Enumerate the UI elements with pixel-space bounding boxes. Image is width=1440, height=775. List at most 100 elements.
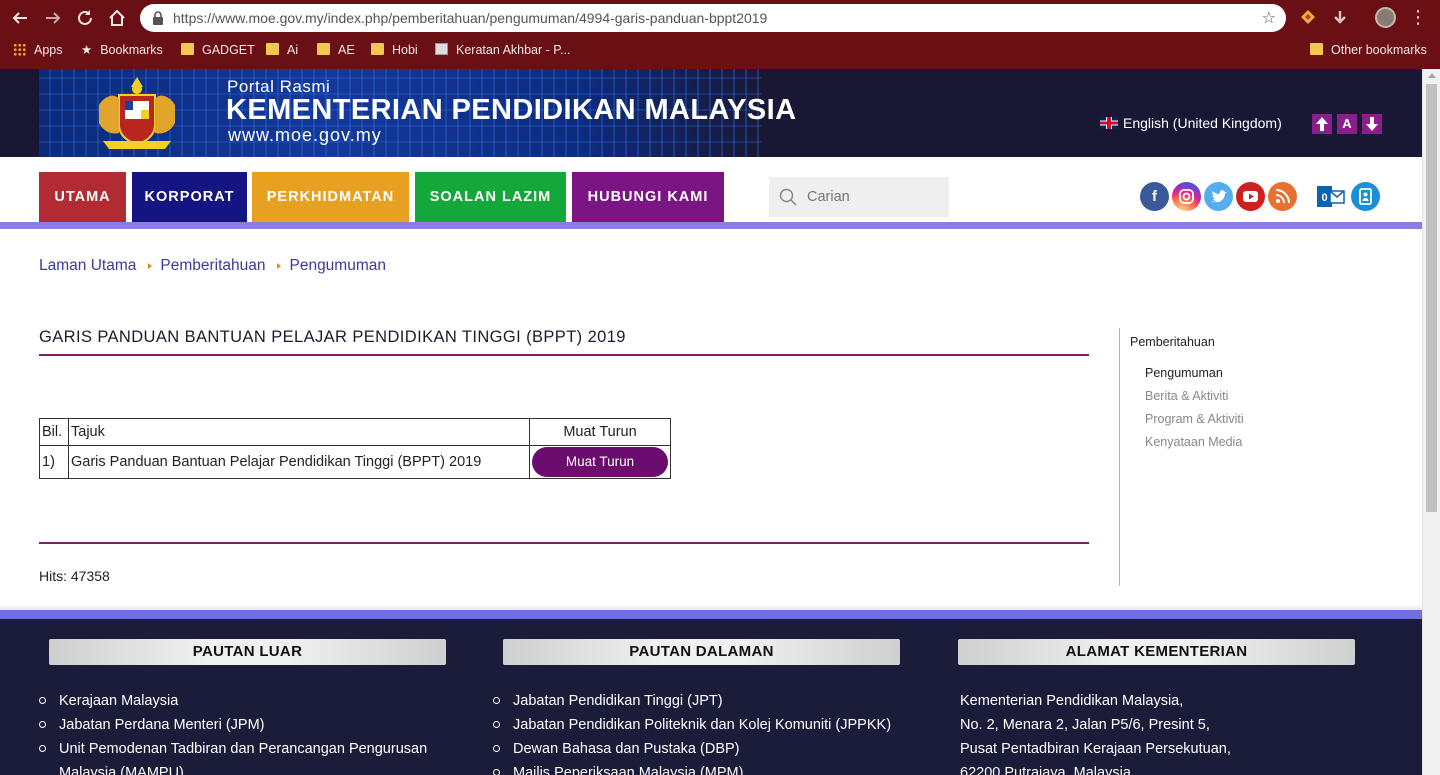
back-icon[interactable] xyxy=(8,6,32,30)
ministry-address: Kementerian Pendidikan Malaysia, No. 2, … xyxy=(960,689,1231,775)
content-divider xyxy=(39,542,1089,544)
bookmark-star-icon[interactable]: ☆ xyxy=(1262,9,1276,27)
download-button[interactable]: Muat Turun xyxy=(532,447,668,477)
address-bar[interactable]: https://www.moe.gov.my/index.php/pemberi… xyxy=(140,4,1286,32)
footer-link-jppkk[interactable]: Jabatan Pendidikan Politeknik dan Kolej … xyxy=(493,713,891,737)
footer-link-jpt[interactable]: Jabatan Pendidikan Tinggi (JPT) xyxy=(493,689,891,713)
scroll-thumb[interactable] xyxy=(1426,84,1437,512)
breadcrumb-arrow-icon xyxy=(148,263,153,269)
bookmark-ai[interactable]: Ai xyxy=(266,42,298,58)
header-bil: Bil. xyxy=(39,418,69,446)
footer-heading-pautan-dalaman: PAUTAN DALAMAN xyxy=(503,639,900,665)
footer-link-mpm[interactable]: Majlis Peperiksaan Malaysia (MPM) xyxy=(493,761,891,775)
breadcrumb-pemberitahuan[interactable]: Pemberitahuan xyxy=(160,257,265,274)
search-icon xyxy=(779,188,797,206)
font-reset-button[interactable]: A xyxy=(1337,114,1357,134)
site-header: Portal Rasmi KEMENTERIAN PENDIDIKAN MALA… xyxy=(0,69,1422,157)
footer-link-jpm[interactable]: Jabatan Perdana Menteri (JPM) xyxy=(39,713,427,737)
newspaper-icon xyxy=(435,43,448,55)
footer-top-border xyxy=(0,610,1422,619)
folder-icon xyxy=(371,43,384,55)
hits-counter: Hits: 47358 xyxy=(39,568,110,584)
breadcrumb: Laman Utama Pemberitahuan Pengumuman xyxy=(39,257,386,275)
address-line: No. 2, Menara 2, Jalan P5/6, Presint 5, xyxy=(960,717,1210,733)
header-tajuk: Tajuk xyxy=(68,418,530,446)
folder-icon xyxy=(317,43,330,55)
row-title: Garis Panduan Bantuan Pelajar Pendidikan… xyxy=(68,445,530,479)
breadcrumb-laman-utama[interactable]: Laman Utama xyxy=(39,257,136,274)
folder-icon xyxy=(181,43,194,55)
bookmark-other[interactable]: Other bookmarks xyxy=(1310,42,1427,58)
bookmark-keratan-akhbar[interactable]: Keratan Akhbar - P... xyxy=(435,42,570,58)
language-switcher[interactable]: English (United Kingdom) xyxy=(1100,115,1282,131)
footer-list-pautan-dalaman: Jabatan Pendidikan Tinggi (JPT) Jabatan … xyxy=(493,689,891,775)
header-banner: Portal Rasmi KEMENTERIAN PENDIDIKAN MALA… xyxy=(39,69,796,157)
sidebar-item-kenyataan-media[interactable]: Kenyataan Media xyxy=(1145,435,1242,449)
footer-link-mampu-cont[interactable]: Malaysia (MAMPU) xyxy=(39,761,427,775)
footer-list-pautan-luar: Kerajaan Malaysia Jabatan Perdana Menter… xyxy=(39,689,427,775)
folder-icon xyxy=(1310,43,1323,55)
download-icon[interactable] xyxy=(1330,8,1350,28)
instagram-icon[interactable] xyxy=(1172,182,1201,211)
sidebar-item-pengumuman[interactable]: Pengumuman xyxy=(1145,366,1223,380)
nav-item-utama[interactable]: UTAMA xyxy=(39,172,126,222)
profile-avatar[interactable] xyxy=(1375,7,1396,28)
font-increase-icon[interactable] xyxy=(1312,114,1332,134)
breadcrumb-arrow-icon xyxy=(277,263,282,269)
url-text: https://www.moe.gov.my/index.php/pemberi… xyxy=(173,10,768,26)
contact-icon[interactable] xyxy=(1351,182,1380,211)
table-row: 1) Garis Panduan Bantuan Pelajar Pendidi… xyxy=(39,445,671,479)
nav-item-perkhidmatan[interactable]: PERKHIDMATAN xyxy=(252,172,409,222)
sidebar-heading[interactable]: Pemberitahuan xyxy=(1130,335,1215,349)
outlook-icon[interactable]: 0 xyxy=(1316,182,1345,211)
twitter-icon[interactable] xyxy=(1204,182,1233,211)
browser-toolbar: https://www.moe.gov.my/index.php/pemberi… xyxy=(0,0,1440,36)
coat-of-arms-logo[interactable] xyxy=(89,75,185,153)
extension-icon[interactable] xyxy=(1298,8,1318,28)
address-line: 62200 Putrajaya, Malaysia. xyxy=(960,765,1135,775)
breadcrumb-pengumuman[interactable]: Pengumuman xyxy=(289,257,386,274)
ministry-name[interactable]: KEMENTERIAN PENDIDIKAN MALAYSIA xyxy=(226,94,796,127)
uk-flag-icon xyxy=(1100,117,1118,129)
bookmark-bookmarks[interactable]: ★ Bookmarks xyxy=(81,42,163,58)
apps-grid-icon xyxy=(13,43,26,56)
bookmark-apps[interactable]: Apps xyxy=(13,42,63,58)
footer-link-mampu[interactable]: Unit Pemodenan Tadbiran dan Perancangan … xyxy=(39,737,427,761)
footer-link-kerajaan-malaysia[interactable]: Kerajaan Malaysia xyxy=(39,689,427,713)
sidebar-divider xyxy=(1119,328,1120,586)
page-scrollbar[interactable] xyxy=(1422,69,1440,775)
search-box[interactable] xyxy=(769,177,949,217)
download-table: Bil. Tajuk Muat Turun 1) Garis Panduan B… xyxy=(39,418,671,479)
search-input[interactable] xyxy=(807,185,943,209)
row-download-cell: Muat Turun xyxy=(529,445,671,479)
star-icon: ★ xyxy=(81,43,93,57)
font-decrease-icon[interactable] xyxy=(1362,114,1382,134)
footer-link-dbp[interactable]: Dewan Bahasa dan Pustaka (DBP) xyxy=(493,737,891,761)
row-number: 1) xyxy=(39,445,69,479)
bookmark-ae[interactable]: AE xyxy=(317,42,355,58)
browser-chrome: https://www.moe.gov.my/index.php/pemberi… xyxy=(0,0,1440,69)
sidebar-item-program-aktiviti[interactable]: Program & Aktiviti xyxy=(1145,412,1244,426)
site-domain: www.moe.gov.my xyxy=(228,125,382,145)
bookmark-hobi[interactable]: Hobi xyxy=(371,42,418,58)
nav-item-soalan-lazim[interactable]: SOALAN LAZIM xyxy=(415,172,566,222)
rss-icon[interactable] xyxy=(1268,182,1297,211)
forward-icon[interactable] xyxy=(41,6,65,30)
facebook-icon[interactable]: f xyxy=(1140,182,1169,211)
youtube-icon[interactable] xyxy=(1236,182,1265,211)
browser-menu-icon[interactable]: ⋮ xyxy=(1409,4,1427,32)
lock-icon xyxy=(153,11,163,25)
nav-divider xyxy=(0,222,1422,229)
scroll-up-icon[interactable] xyxy=(1428,73,1436,78)
sidebar-item-berita-aktiviti[interactable]: Berita & Aktiviti xyxy=(1145,389,1228,403)
nav-item-hubungi-kami[interactable]: HUBUNGI KAMI xyxy=(572,172,724,222)
bookmarks-bar: Apps ★ Bookmarks GADGET Ai AE Hobi Kerata… xyxy=(0,36,1440,64)
folder-icon xyxy=(266,43,279,55)
title-divider xyxy=(39,354,1089,356)
footer-heading-pautan-luar: PAUTAN LUAR xyxy=(49,639,446,665)
bookmark-gadget[interactable]: GADGET xyxy=(181,42,255,58)
reload-icon[interactable] xyxy=(73,6,97,30)
home-icon[interactable] xyxy=(105,6,129,30)
header-muat-turun: Muat Turun xyxy=(529,418,671,446)
nav-item-korporat[interactable]: KORPORAT xyxy=(132,172,247,222)
